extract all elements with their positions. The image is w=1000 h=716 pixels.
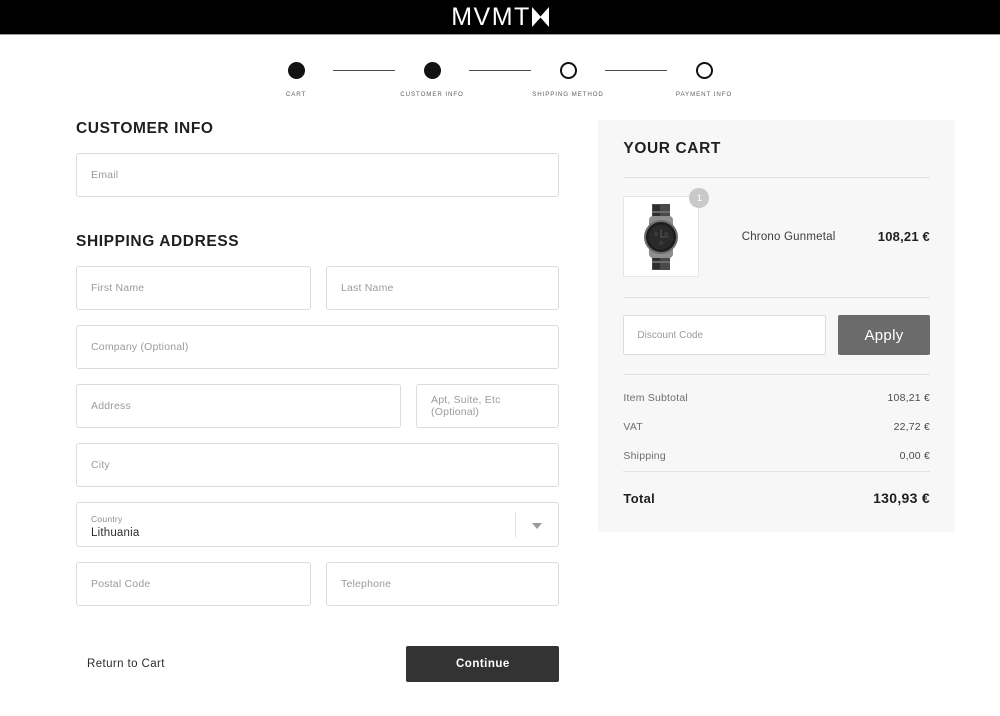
subtotal-value: 108,21 €: [887, 392, 930, 404]
step-cart-label: CART: [285, 91, 307, 98]
product-name: Chrono Gunmetal: [741, 230, 836, 243]
step-connector-2: [469, 70, 531, 71]
summary-row-shipping: Shipping 0,00 €: [623, 450, 930, 462]
cart-summary-panel: YOUR CART 1 Chrono Gunmetal 108,21 € Dis…: [598, 120, 955, 532]
mvmt-logo[interactable]: MVMT: [451, 2, 549, 31]
company-placeholder: Company (Optional): [91, 341, 189, 353]
cart-heading: YOUR CART: [623, 140, 721, 157]
vat-value: 22,72 €: [893, 421, 930, 433]
step-customer-info[interactable]: CUSTOMER INFO: [395, 62, 469, 98]
email-row: Email: [76, 153, 560, 197]
step-connector-3: [605, 70, 667, 71]
city-row: City: [76, 443, 560, 487]
step-payment-info-dot-icon: [695, 62, 713, 79]
address-field[interactable]: Address: [76, 384, 401, 428]
customer-info-heading: CUSTOMER INFO: [76, 120, 214, 137]
email-field[interactable]: Email: [76, 153, 560, 197]
address-row: Address Apt, Suite, Etc (Optional): [76, 384, 560, 428]
shipping-label: Shipping: [623, 450, 666, 462]
return-to-cart-link[interactable]: Return to Cart: [87, 658, 165, 670]
watch-icon: [644, 203, 679, 270]
country-row: Country Lithuania: [76, 502, 560, 547]
city-placeholder: City: [91, 459, 110, 471]
hourglass-mark-icon: [531, 7, 549, 27]
first-name-field[interactable]: First Name: [76, 266, 311, 310]
total-label: Total: [623, 491, 656, 506]
quantity-badge: 1: [689, 188, 710, 208]
grand-total-row: Total 130,93 €: [623, 472, 930, 506]
postal-code-field[interactable]: Postal Code: [76, 562, 311, 606]
country-value: Lithuania: [91, 526, 140, 539]
cart-panel: YOUR CART 1 Chrono Gunmetal 108,21 € Dis…: [598, 120, 955, 532]
country-select[interactable]: Country Lithuania: [76, 502, 560, 547]
step-customer-info-label: CUSTOMER INFO: [400, 91, 464, 98]
address-placeholder: Address: [91, 400, 131, 412]
company-row: Company (Optional): [76, 325, 560, 369]
step-shipping-method-dot-icon: [559, 62, 577, 79]
last-name-field[interactable]: Last Name: [326, 266, 560, 310]
select-divider: [515, 512, 517, 537]
shipping-value: 0,00 €: [899, 450, 930, 462]
city-field[interactable]: City: [76, 443, 560, 487]
summary-row-vat: VAT 22,72 €: [623, 421, 930, 433]
checkout-form: CUSTOMER INFO Email SHIPPING ADDRESS Fir…: [76, 120, 560, 682]
checkout-progress-stepper: CART CUSTOMER INFO SHIPPING METHOD PAYME…: [0, 62, 1000, 98]
discount-code-input[interactable]: Discount Code: [623, 315, 826, 355]
last-name-placeholder: Last Name: [341, 282, 394, 294]
product-image: [623, 196, 700, 277]
continue-button[interactable]: Continue: [406, 646, 560, 682]
apt-suite-field[interactable]: Apt, Suite, Etc (Optional): [416, 384, 560, 428]
product-price: 108,21 €: [877, 229, 930, 244]
name-row: First Name Last Name: [76, 266, 560, 310]
order-summary: Item Subtotal 108,21 € VAT 22,72 € Shipp…: [623, 375, 930, 462]
telephone-placeholder: Telephone: [341, 578, 392, 590]
cart-line-item: 1 Chrono Gunmetal 108,21 €: [623, 178, 930, 297]
step-cart-dot-icon: [287, 62, 305, 79]
shipping-address-heading: SHIPPING ADDRESS: [76, 233, 240, 250]
form-actions: Return to Cart Continue: [76, 646, 560, 682]
step-shipping-method-label: SHIPPING METHOD: [532, 91, 604, 98]
vat-label: VAT: [623, 421, 643, 433]
apt-suite-placeholder: Apt, Suite, Etc (Optional): [431, 394, 501, 418]
chevron-down-icon[interactable]: [532, 522, 543, 529]
postal-phone-row: Postal Code Telephone: [76, 562, 560, 606]
discount-row: Discount Code Apply: [623, 298, 930, 374]
total-value: 130,93 €: [873, 490, 930, 506]
email-placeholder: Email: [91, 169, 119, 181]
step-payment-info[interactable]: PAYMENT INFO: [667, 62, 741, 98]
product-thumbnail-wrap[interactable]: 1: [623, 188, 710, 277]
summary-row-subtotal: Item Subtotal 108,21 €: [623, 392, 930, 404]
subtotal-label: Item Subtotal: [623, 392, 688, 404]
postal-code-placeholder: Postal Code: [91, 578, 151, 590]
step-cart[interactable]: CART: [259, 62, 333, 98]
first-name-placeholder: First Name: [91, 282, 145, 294]
site-header: MVMT: [0, 0, 1000, 35]
step-shipping-method[interactable]: SHIPPING METHOD: [531, 62, 605, 98]
step-payment-info-label: PAYMENT INFO: [675, 91, 733, 98]
discount-code-placeholder: Discount Code: [637, 329, 704, 341]
step-customer-info-dot-icon: [423, 62, 441, 79]
checkout-content: CUSTOMER INFO Email SHIPPING ADDRESS Fir…: [0, 120, 1000, 682]
logo-text: MVMT: [451, 2, 531, 31]
company-field[interactable]: Company (Optional): [76, 325, 560, 369]
telephone-field[interactable]: Telephone: [326, 562, 560, 606]
step-connector-1: [333, 70, 395, 71]
country-label: Country: [91, 514, 123, 525]
apply-discount-button[interactable]: Apply: [838, 315, 930, 355]
